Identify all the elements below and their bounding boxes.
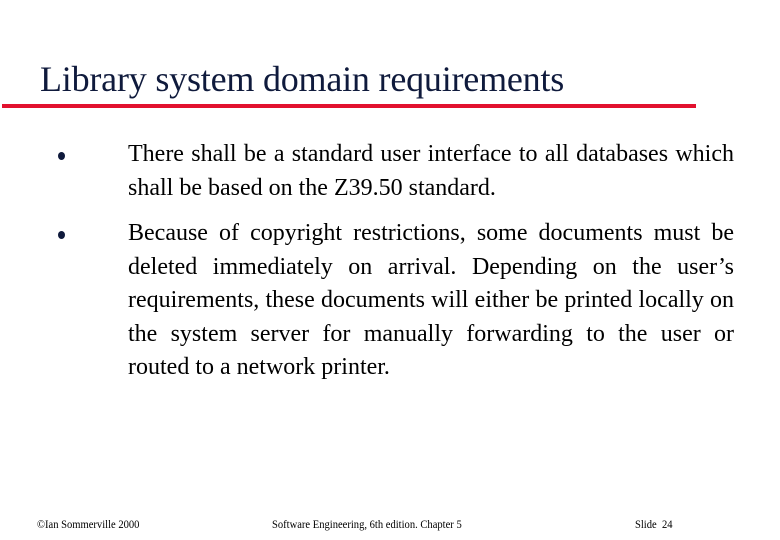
- footer-book-title: Software Engineering, 6th edition. Chapt…: [272, 517, 462, 531]
- footer-copyright: ©Ian Sommerville 2000: [37, 517, 140, 531]
- bullet-dot-icon: [58, 152, 65, 160]
- bullet-list: There shall be a standard user interface…: [58, 138, 734, 397]
- bullet-item: There shall be a standard user interface…: [58, 138, 734, 205]
- bullet-item: Because of copyright restrictions, some …: [58, 217, 734, 385]
- footer-slide-number: Slide 24: [635, 517, 673, 531]
- bullet-text: Because of copyright restrictions, some …: [128, 220, 734, 380]
- slide-title: Library system domain requirements: [40, 59, 565, 99]
- bullet-dot-icon: [58, 231, 65, 239]
- bullet-text: There shall be a standard user interface…: [128, 141, 734, 201]
- title-underline: [2, 104, 696, 108]
